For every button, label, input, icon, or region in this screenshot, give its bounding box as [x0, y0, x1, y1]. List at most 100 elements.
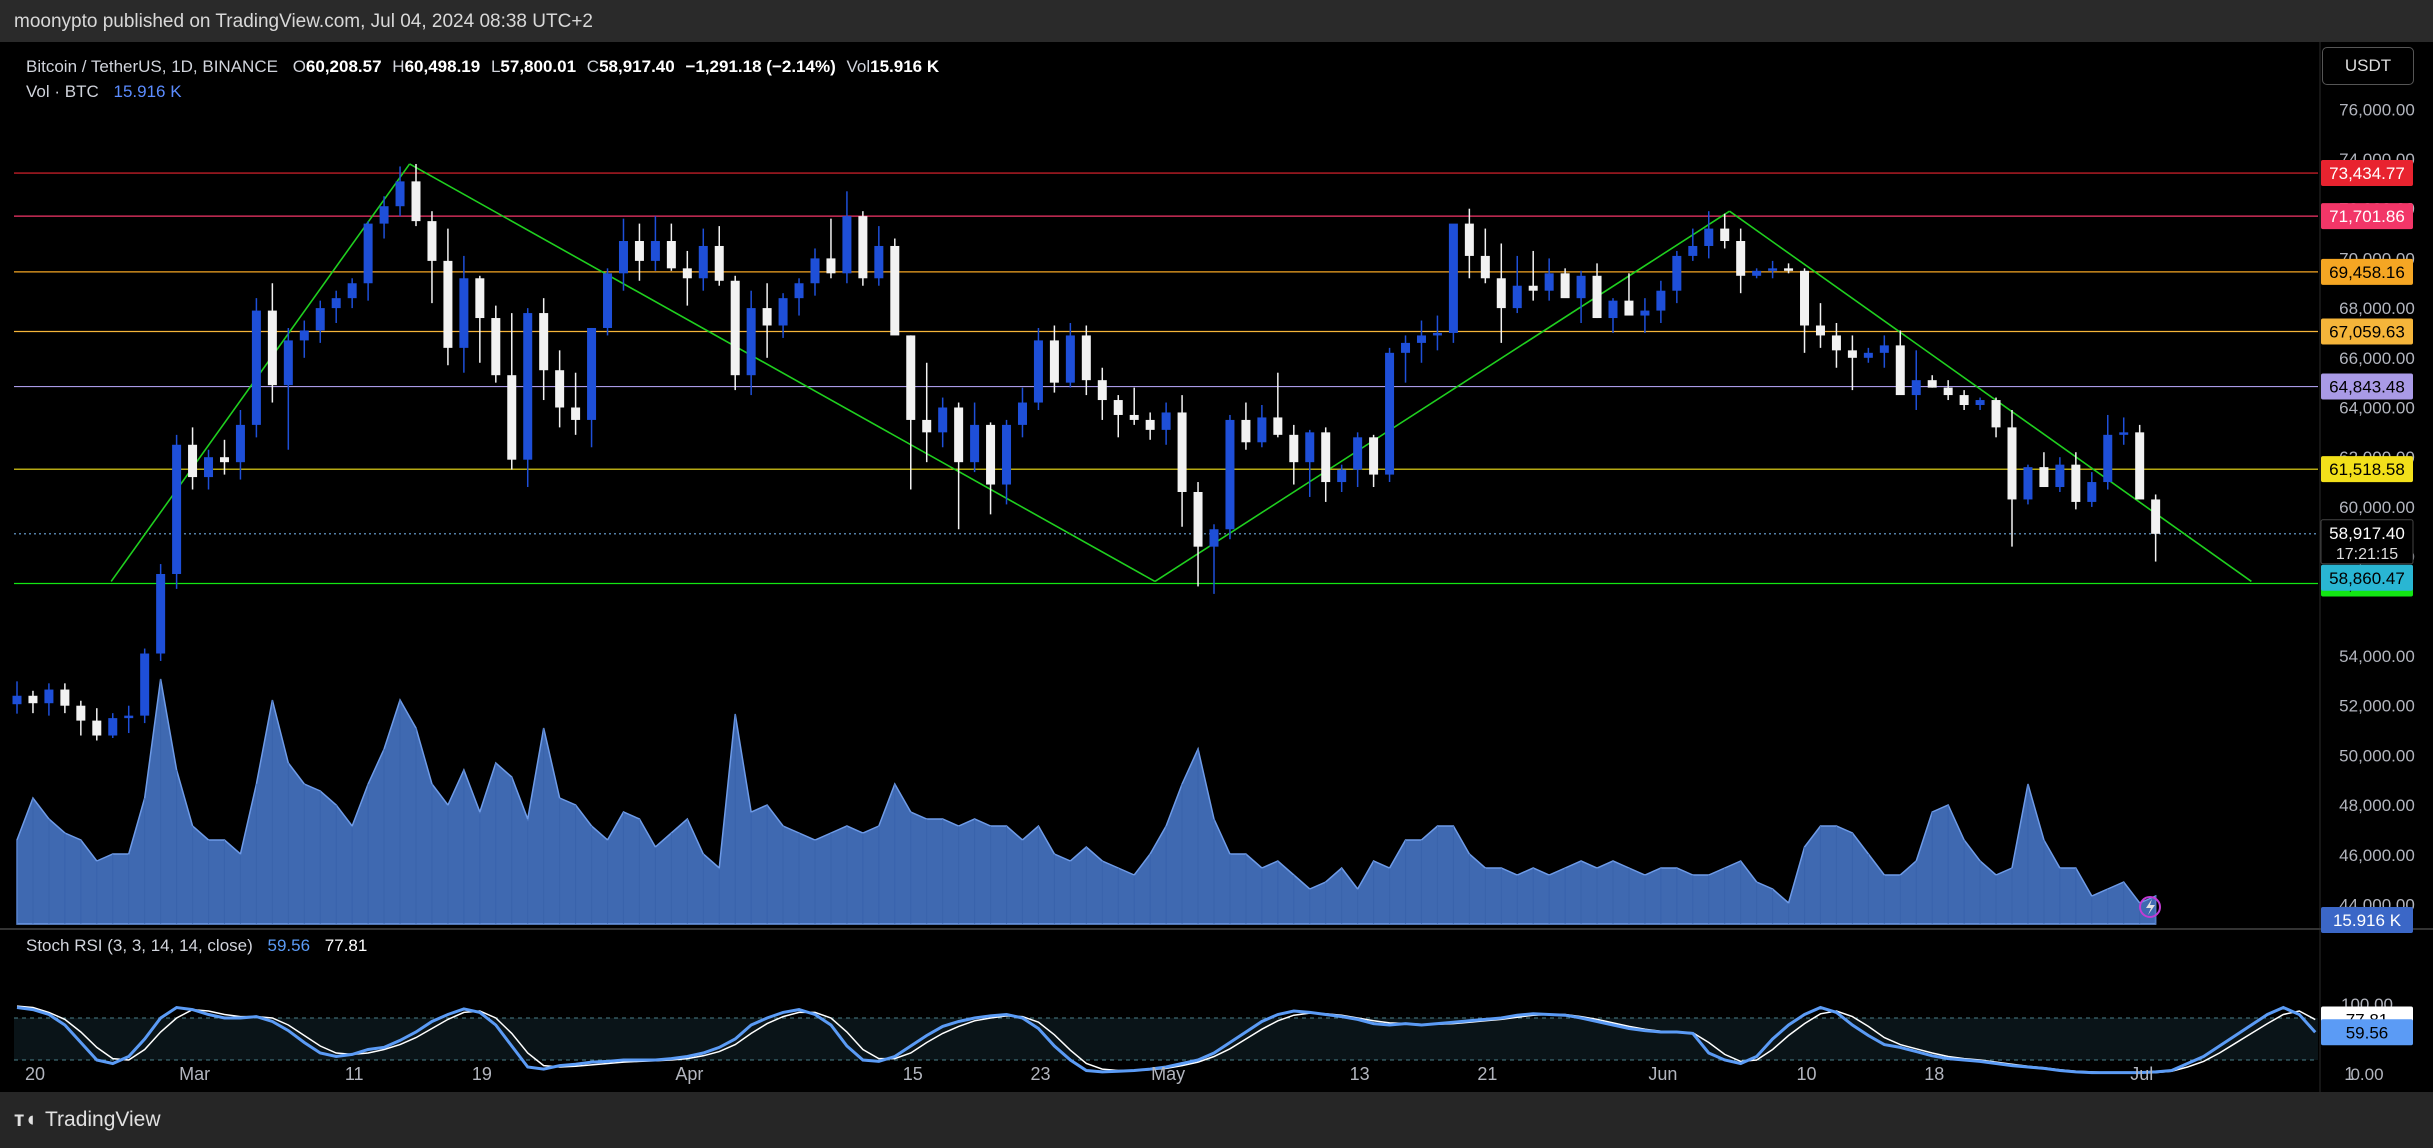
- candle-body: [650, 241, 660, 261]
- stoch-rsi-legend: Stoch RSI (3, 3, 14, 14, close) 59.56 77…: [26, 936, 367, 956]
- candle-body: [1049, 340, 1059, 383]
- candle-body: [682, 268, 692, 279]
- candle-body: [2151, 499, 2161, 534]
- candle-body: [1496, 278, 1506, 309]
- y-tick-label: 54,000.00: [2339, 647, 2415, 666]
- candle-body: [204, 457, 214, 478]
- trendline: [409, 163, 1156, 583]
- chart-canvas[interactable]: 76,000.0074,000.0072,000.0070,000.0068,0…: [0, 42, 2433, 1092]
- volume-indicator-label[interactable]: Vol · BTC: [26, 82, 99, 101]
- x-tick-label: 1: [2344, 1064, 2354, 1084]
- candle-body: [1528, 285, 1538, 291]
- candle-body: [539, 313, 549, 371]
- candle-body: [2055, 464, 2065, 488]
- y-tick-label: 68,000.00: [2339, 299, 2415, 318]
- y-tick-label: 46,000.00: [2339, 846, 2415, 865]
- x-tick-label: 23: [1030, 1064, 1050, 1084]
- top-bar: moonypto published on TradingView.com, J…: [0, 0, 2433, 42]
- candle-body: [28, 695, 38, 704]
- candle-body: [1831, 335, 1841, 351]
- candle-body: [1464, 223, 1474, 256]
- candle-body: [1353, 437, 1363, 470]
- y-tick-label: 48,000.00: [2339, 796, 2415, 815]
- stoch-rsi-label[interactable]: Stoch RSI (3, 3, 14, 14, close): [26, 936, 253, 955]
- candle-body: [762, 308, 772, 326]
- level-label: 67,059.63: [2329, 322, 2405, 341]
- candle-body: [1672, 255, 1682, 291]
- candle-body: [1097, 380, 1107, 401]
- candle-body: [1480, 255, 1490, 279]
- change-value: −1,291.18 (−2.14%): [685, 57, 836, 76]
- candle-body: [2039, 467, 2049, 488]
- chart-area[interactable]: 76,000.0074,000.0072,000.0070,000.0068,0…: [0, 42, 2433, 1092]
- currency-button[interactable]: USDT: [2322, 47, 2414, 85]
- y-tick-label: 60,000.00: [2339, 498, 2415, 517]
- candle-body: [12, 695, 22, 705]
- y-tick-label: 66,000.00: [2339, 349, 2415, 368]
- x-tick-label: 15: [903, 1064, 923, 1084]
- volume-label: Vol: [846, 57, 871, 76]
- candle-body: [730, 280, 740, 376]
- level-label: 69,458.16: [2329, 263, 2405, 282]
- candle-body: [618, 241, 628, 274]
- candle-body: [1081, 335, 1091, 381]
- candle-body: [188, 444, 198, 478]
- candle-body: [427, 221, 437, 261]
- candle-body: [1129, 414, 1139, 420]
- brand-name: TradingView: [44, 1108, 161, 1131]
- candle-body: [1193, 491, 1203, 547]
- candle-body: [363, 223, 373, 284]
- candle-body: [571, 407, 581, 420]
- candle-body: [60, 689, 70, 706]
- candle-body: [140, 653, 150, 716]
- x-tick-label: Jul: [2130, 1064, 2153, 1084]
- trendline: [1154, 210, 1730, 583]
- candle-body: [1017, 402, 1027, 425]
- candle-body: [1927, 380, 1937, 388]
- candle-body: [2135, 432, 2145, 500]
- candle-body: [92, 720, 102, 736]
- candle-body: [443, 260, 453, 348]
- tradingview-logo-icon: ᴛ◖: [14, 1108, 37, 1131]
- candle-body: [124, 715, 134, 719]
- x-tick-label: 13: [1350, 1064, 1370, 1084]
- candle-body: [1592, 275, 1602, 319]
- low-value: 57,800.01: [500, 57, 577, 76]
- candle-body: [794, 283, 804, 299]
- candle-body: [1305, 432, 1315, 463]
- candle-body: [858, 216, 868, 279]
- candle-body: [2103, 434, 2113, 483]
- candle-body: [986, 424, 996, 485]
- high-value: 60,498.19: [404, 57, 481, 76]
- x-tick-label: Apr: [675, 1064, 703, 1084]
- candle-body: [156, 573, 166, 654]
- candle-body: [1225, 419, 1235, 530]
- candle-body: [666, 241, 676, 269]
- candle-body: [411, 181, 421, 222]
- y-tick-label: 50,000.00: [2339, 746, 2415, 765]
- candle-body: [283, 340, 293, 386]
- candle-body: [1161, 412, 1171, 430]
- candle-body: [1879, 345, 1889, 353]
- candle-body: [1416, 335, 1426, 343]
- candle-body: [315, 308, 325, 331]
- candle-body: [379, 206, 389, 224]
- x-tick-label: Mar: [179, 1064, 210, 1084]
- candle-body: [267, 310, 277, 386]
- candle-body: [1177, 412, 1187, 492]
- stoch-y-tick: 0.00: [2350, 1065, 2383, 1084]
- symbol-title[interactable]: Bitcoin / TetherUS, 1D, BINANCE: [26, 57, 278, 76]
- open-value: 60,208.57: [305, 57, 382, 76]
- countdown-label: 17:21:15: [2336, 546, 2398, 563]
- candle-body: [634, 241, 644, 261]
- candle-body: [395, 181, 405, 207]
- candle-body: [810, 258, 820, 284]
- candle-body: [1768, 268, 1778, 271]
- x-tick-label: 18: [1924, 1064, 1944, 1084]
- volume-indicator-value: 15.916 K: [113, 82, 182, 101]
- open-label: O: [292, 57, 306, 76]
- candle-body: [954, 407, 964, 463]
- candle-body: [172, 444, 182, 574]
- candle-body: [1624, 300, 1634, 316]
- tradingview-logo[interactable]: ᴛ◖ TradingView: [14, 1108, 161, 1132]
